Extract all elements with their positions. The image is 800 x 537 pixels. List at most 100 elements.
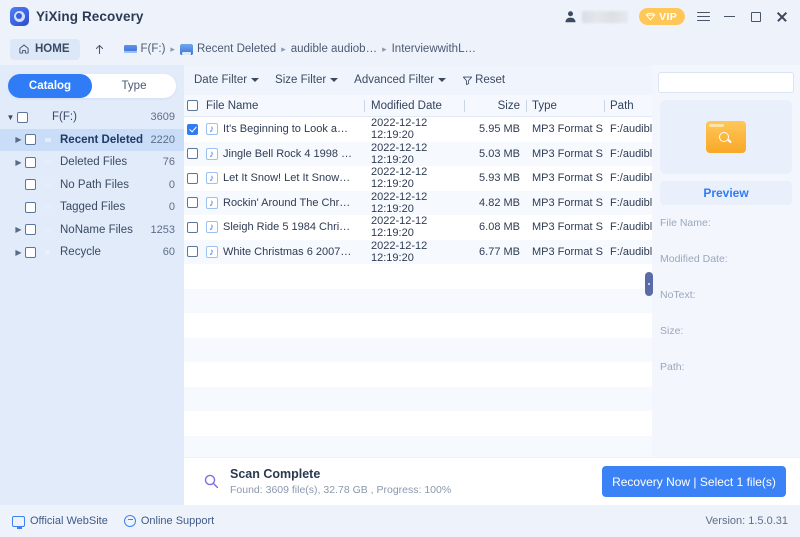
tree-item-label: Recent Deleted xyxy=(60,133,144,146)
breadcrumb-item-recent-deleted[interactable]: Recent Deleted xyxy=(179,43,276,55)
row-checkbox-cell[interactable] xyxy=(184,172,206,184)
date-filter-button[interactable]: Date Filter xyxy=(194,74,260,86)
file-name-text: Rockin' Around The Chr… xyxy=(223,196,351,209)
table-row[interactable]: It's Beginning to Look a… 2022-12-12 12:… xyxy=(184,117,652,142)
chevron-right-icon[interactable]: ▶ xyxy=(12,158,25,167)
row-checkbox-cell[interactable] xyxy=(184,123,206,135)
cell-file-name: It's Beginning to Look a… xyxy=(206,123,364,136)
tree-item-count: 60 xyxy=(162,246,175,259)
chevron-down-icon[interactable]: ▼ xyxy=(4,113,17,122)
version-label: Version: 1.5.0.31 xyxy=(705,515,788,527)
row-checkbox[interactable] xyxy=(187,221,198,233)
breadcrumb-item-drive[interactable]: F(F:) xyxy=(123,43,166,55)
file-name-text: Let It Snow! Let It Snow… xyxy=(223,172,351,185)
row-checkbox-cell[interactable] xyxy=(184,197,206,209)
tree-checkbox[interactable] xyxy=(25,134,36,146)
official-website-link[interactable]: Official WebSite xyxy=(12,515,108,529)
search-box[interactable] xyxy=(658,72,800,93)
breadcrumb-label: InterviewwithL… xyxy=(391,43,476,55)
breadcrumb-item-interview[interactable]: InterviewwithL… xyxy=(392,43,476,55)
column-header-path[interactable]: Path xyxy=(604,99,652,112)
cell-path: F:/audible audiob… xyxy=(610,196,652,209)
chevron-right-icon[interactable]: ▶ xyxy=(12,135,25,144)
chevron-down-icon xyxy=(251,78,260,82)
row-checkbox[interactable] xyxy=(187,148,198,160)
tree-item-deleted-files[interactable]: ▶ Deleted Files 76 xyxy=(0,151,184,174)
tree-item-recent-deleted[interactable]: ▶ Recent Deleted 2220 xyxy=(0,128,184,151)
row-checkbox-cell[interactable] xyxy=(184,148,206,160)
row-checkbox[interactable] xyxy=(187,123,198,135)
vip-badge[interactable]: VIP xyxy=(639,8,685,25)
tree-checkbox[interactable] xyxy=(25,156,36,168)
tree-item-count: 76 xyxy=(162,156,175,169)
hamburger-menu-icon[interactable] xyxy=(696,9,711,24)
up-button[interactable] xyxy=(89,39,111,60)
breadcrumb-item-audible[interactable]: audible audiob… xyxy=(291,43,377,55)
tab-catalog[interactable]: Catalog xyxy=(8,74,92,98)
row-checkbox-cell[interactable] xyxy=(184,246,206,258)
tree-checkbox[interactable] xyxy=(25,224,36,236)
tree-item-drive[interactable]: ▼ F(F:) 3609 xyxy=(0,106,184,129)
chevron-right-icon[interactable]: ▶ xyxy=(12,225,25,234)
online-support-link[interactable]: Online Support xyxy=(123,515,214,527)
table-row[interactable]: White Christmas 6 2007… 2022-12-12 12:19… xyxy=(184,239,652,264)
official-website-label: Official WebSite xyxy=(30,515,108,527)
close-icon[interactable] xyxy=(774,9,789,24)
tree-checkbox[interactable] xyxy=(25,246,36,258)
select-all-checkbox-cell[interactable] xyxy=(184,100,206,111)
cell-type: MP3 Format S… xyxy=(532,245,604,258)
advanced-filter-label: Advanced Filter xyxy=(354,74,435,86)
home-button[interactable]: HOME xyxy=(10,38,80,60)
tree-item-tagged-files[interactable]: Tagged Files 0 xyxy=(0,196,184,219)
meta-label-file-name: File Name: xyxy=(660,217,711,229)
scan-status-bar: Scan Complete Found: 3609 file(s), 32.78… xyxy=(184,457,800,505)
tree-item-label: NoName Files xyxy=(60,223,133,236)
search-input[interactable] xyxy=(665,76,800,89)
preview-button[interactable]: Preview xyxy=(660,181,792,205)
row-checkbox[interactable] xyxy=(187,172,198,184)
table-row[interactable]: Let It Snow! Let It Snow… 2022-12-12 12:… xyxy=(184,166,652,191)
folder-search-icon xyxy=(706,121,746,153)
column-header-modified-date[interactable]: Modified Date xyxy=(364,99,464,112)
tree-item-no-path-files[interactable]: No Path Files 0 xyxy=(0,174,184,197)
chevron-right-icon[interactable]: ▶ xyxy=(12,248,25,257)
size-filter-button[interactable]: Size Filter xyxy=(275,74,339,86)
file-list-panel: Date Filter Size Filter Advanced Filter … xyxy=(184,65,652,460)
tree-item-noname-files[interactable]: ▶ NoName Files 1253 xyxy=(0,219,184,242)
table-row[interactable]: Rockin' Around The Chr… 2022-12-12 12:19… xyxy=(184,190,652,215)
chevron-down-icon xyxy=(330,78,339,82)
table-row[interactable]: Jingle Bell Rock 4 1998 … 2022-12-12 12:… xyxy=(184,141,652,166)
file-name-text: Sleigh Ride 5 1984 Chri… xyxy=(223,221,351,234)
magnifier-icon xyxy=(198,469,224,495)
tab-type[interactable]: Type xyxy=(92,74,176,98)
panel-splitter-handle[interactable] xyxy=(645,272,653,296)
drive-icon xyxy=(123,45,137,53)
advanced-filter-button[interactable]: Advanced Filter xyxy=(354,74,447,86)
folder-icon xyxy=(179,43,193,55)
column-header-size[interactable]: Size xyxy=(464,99,526,112)
select-all-checkbox[interactable] xyxy=(187,100,198,111)
row-checkbox[interactable] xyxy=(187,246,198,258)
column-header-type[interactable]: Type xyxy=(526,99,604,112)
user-account[interactable] xyxy=(564,10,629,23)
recovery-now-button[interactable]: Recovery Now | Select 1 file(s) xyxy=(602,466,786,497)
footer-bar: Official WebSite Online Support Version:… xyxy=(0,505,800,537)
column-header-file-name[interactable]: File Name xyxy=(206,100,364,112)
folder-icon xyxy=(41,156,55,168)
tree-checkbox[interactable] xyxy=(25,201,36,213)
tree-item-recycle[interactable]: ▶ Recycle 60 xyxy=(0,241,184,264)
table-row[interactable]: Sleigh Ride 5 1984 Chri… 2022-12-12 12:1… xyxy=(184,215,652,240)
tree-item-count: 0 xyxy=(168,178,175,191)
reset-button[interactable]: Reset xyxy=(462,74,505,86)
disk-icon xyxy=(33,111,47,123)
cell-path: F:/audible audiob… xyxy=(610,172,652,185)
app-title: YiXing Recovery xyxy=(36,9,144,24)
minimize-icon[interactable] xyxy=(722,9,737,24)
tree-checkbox[interactable] xyxy=(25,179,36,191)
row-checkbox-cell[interactable] xyxy=(184,221,206,233)
home-label: HOME xyxy=(35,43,70,55)
row-checkbox[interactable] xyxy=(187,197,198,209)
maximize-icon[interactable] xyxy=(748,9,763,24)
breadcrumb-label: F(F:) xyxy=(140,43,166,55)
tree-checkbox[interactable] xyxy=(17,111,28,123)
